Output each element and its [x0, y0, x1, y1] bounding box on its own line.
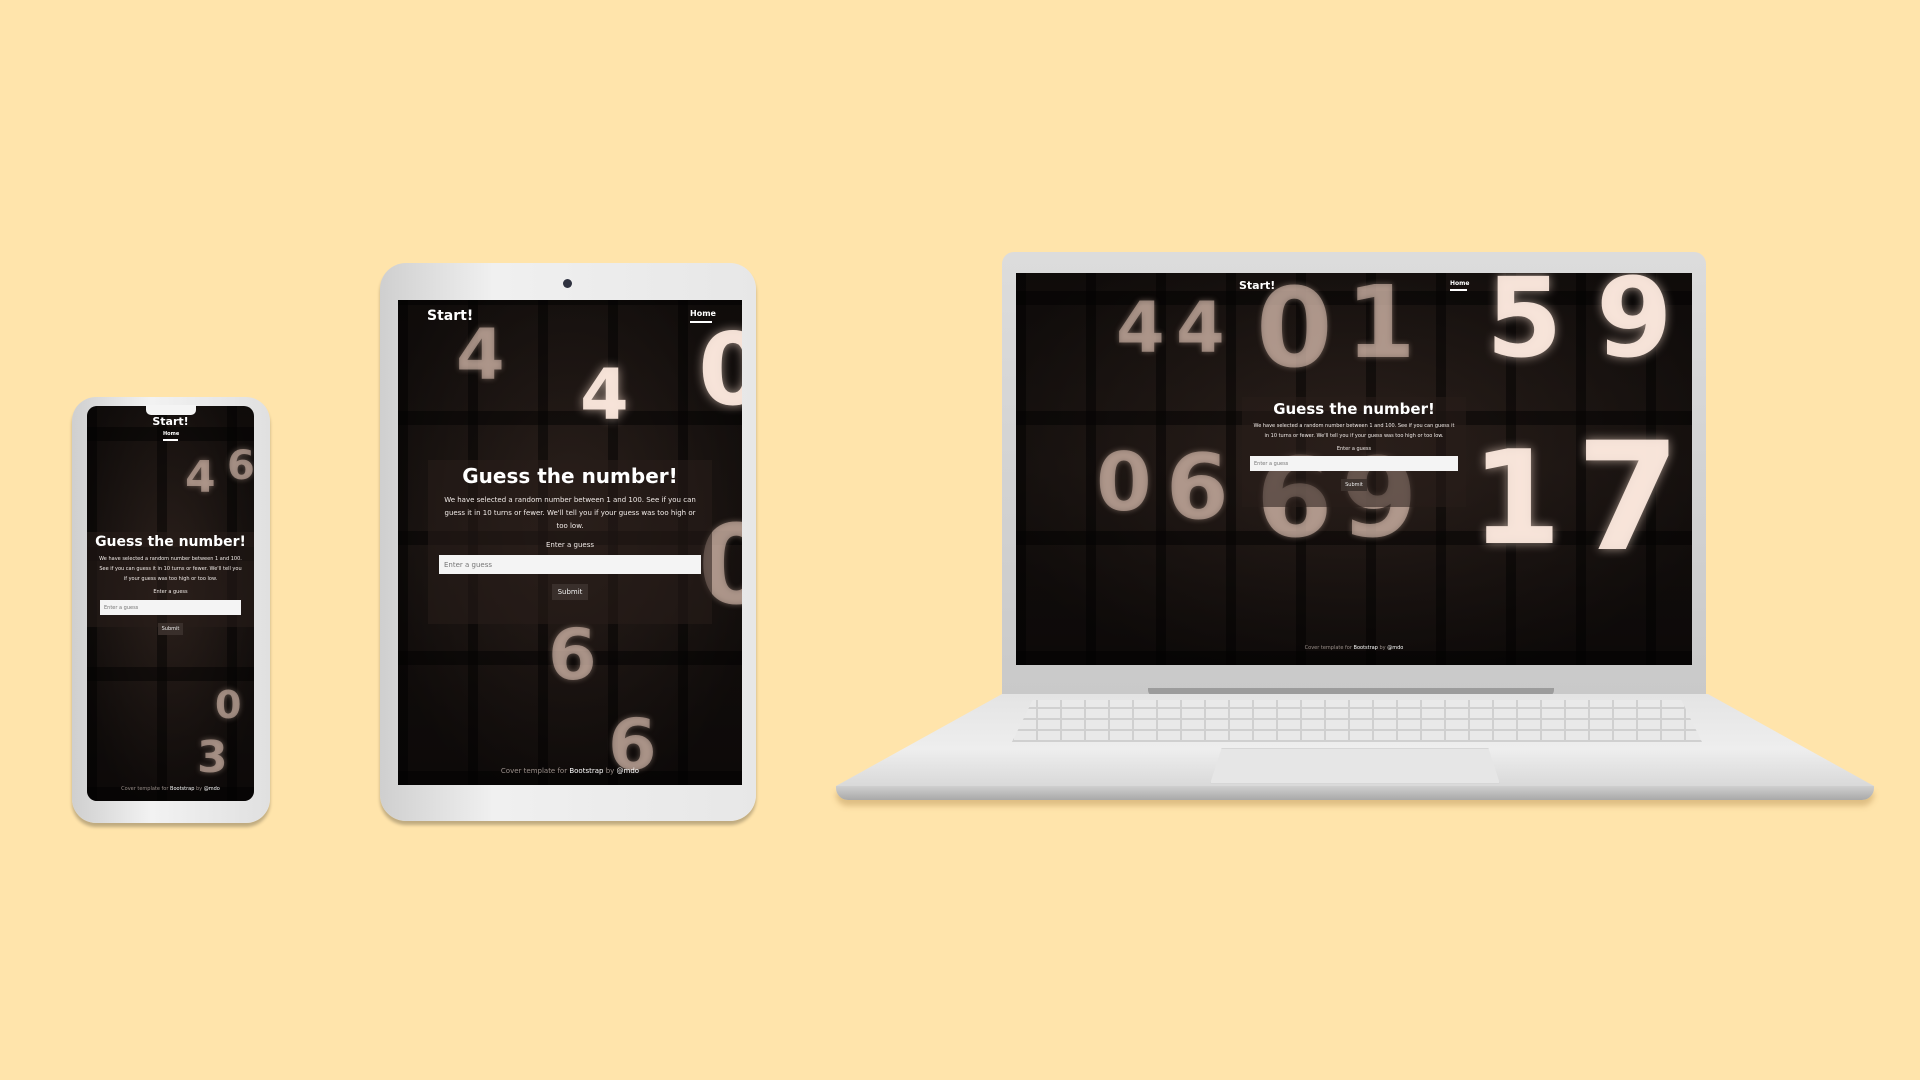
phone-notch	[146, 405, 196, 415]
page-heading: Guess the number!	[95, 534, 246, 550]
guess-label: Enter a guess	[153, 589, 188, 595]
trackpad	[1210, 748, 1500, 784]
background-digit: 4	[580, 354, 629, 436]
submit-button[interactable]: Submit	[1341, 479, 1367, 491]
background-digit: 5	[1486, 273, 1563, 382]
background-digit: 1	[1346, 273, 1416, 381]
description: We have selected a random number between…	[99, 556, 242, 582]
tablet-screen: 4 4 0 0 6 6 Start! Home Guess the number…	[398, 300, 742, 785]
description: We have selected a random number between…	[444, 496, 696, 530]
guess-card: Guess the number! We have selected a ran…	[428, 460, 712, 624]
footer-by: by	[1379, 645, 1386, 651]
footer-prefix: Cover template for	[1304, 645, 1352, 651]
background-digit: 4	[1176, 287, 1225, 369]
page-heading: Guess the number!	[462, 464, 678, 488]
mdo-link[interactable]: @mdo	[204, 786, 220, 792]
background-digit: 7	[1576, 411, 1681, 585]
description: We have selected a random number between…	[1253, 423, 1455, 439]
guess-input[interactable]	[100, 600, 241, 615]
mdo-link[interactable]: @mdo	[1387, 645, 1403, 651]
background-digit: 0	[698, 311, 742, 428]
footer-by: by	[195, 786, 203, 792]
background-digit: 4	[1116, 287, 1165, 369]
background-digit: 9	[1596, 273, 1673, 382]
guess-label: Enter a guess	[1336, 446, 1372, 452]
brand[interactable]: Start!	[1239, 279, 1275, 292]
footer-by: by	[605, 767, 615, 775]
nav-home-link[interactable]: Home	[690, 309, 716, 323]
background-digit: 6	[548, 614, 597, 696]
background-digit: 6	[227, 443, 254, 489]
guess-input[interactable]	[1250, 456, 1458, 471]
laptop-screen: 4 4 0 1 5 9 0 6 6 9 1 7 Start! Home Gues…	[1016, 273, 1692, 665]
background-digit: 0	[1096, 436, 1152, 529]
page-heading: Guess the number!	[1273, 400, 1435, 418]
nav-home-link[interactable]: Home	[1450, 280, 1469, 291]
background-digit: 1	[1471, 422, 1562, 574]
footer: Cover template for Bootstrap by @mdo	[87, 786, 254, 792]
submit-button[interactable]: Submit	[157, 623, 184, 635]
keyboard	[1012, 700, 1702, 742]
background-digit: 3	[197, 732, 228, 783]
nav-home-link[interactable]: Home	[163, 431, 179, 441]
background-digit: 4	[185, 452, 216, 503]
brand[interactable]: Start!	[87, 415, 254, 428]
brand[interactable]: Start!	[427, 308, 473, 324]
footer-prefix: Cover template for	[500, 767, 568, 775]
footer: Cover template for Bootstrap by @mdo	[398, 767, 742, 775]
phone-screen: 4 6 0 3 Start! Home Guess the number! We…	[87, 406, 254, 801]
mdo-link[interactable]: @mdo	[617, 767, 640, 775]
guess-input[interactable]	[439, 555, 701, 574]
footer-prefix: Cover template for	[121, 786, 169, 792]
laptop-base	[836, 786, 1874, 800]
guess-card: Guess the number! We have selected a ran…	[1242, 397, 1466, 507]
background-digit: 4	[456, 314, 505, 396]
guess-label: Enter a guess	[545, 541, 594, 549]
camera-icon	[563, 279, 572, 288]
footer: Cover template for Bootstrap by @mdo	[1016, 645, 1692, 651]
background-digit: 0	[215, 683, 242, 727]
bootstrap-link[interactable]: Bootstrap	[170, 786, 194, 792]
background-digit: 6	[1166, 435, 1229, 540]
guess-card: Guess the number! We have selected a ran…	[87, 532, 254, 635]
bootstrap-link[interactable]: Bootstrap	[1354, 645, 1378, 651]
bootstrap-link[interactable]: Bootstrap	[569, 767, 603, 775]
submit-button[interactable]: Submit	[551, 584, 589, 600]
